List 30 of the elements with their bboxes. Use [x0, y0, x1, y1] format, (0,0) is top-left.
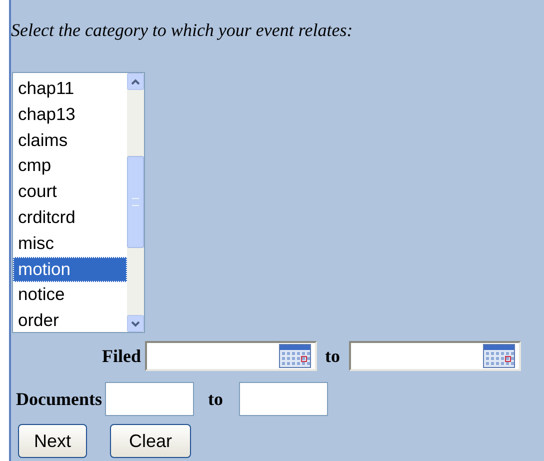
scroll-down-button[interactable]	[127, 315, 144, 332]
category-option[interactable]: order	[13, 308, 127, 332]
to-label: to	[325, 346, 340, 366]
calendar-icon[interactable]	[483, 344, 515, 368]
documents-from-field[interactable]	[105, 382, 194, 416]
category-option[interactable]: chap13	[13, 102, 127, 128]
category-option[interactable]: chap11	[13, 76, 127, 102]
calendar-icon[interactable]	[279, 344, 311, 368]
category-option[interactable]: claims	[13, 128, 127, 154]
chevron-down-icon	[131, 320, 140, 326]
next-button[interactable]: Next	[18, 424, 88, 458]
category-listbox[interactable]: chap11 chap13 claims cmp court crditcrd misc motion notice order	[12, 72, 145, 333]
form-prompt: Select the category to which your event relates:	[11, 20, 354, 42]
scroll-up-button[interactable]	[127, 73, 144, 90]
scrollbar[interactable]	[127, 73, 144, 332]
category-option[interactable]: motion	[13, 256, 127, 282]
category-option[interactable]: court	[13, 179, 127, 205]
category-option[interactable]: cmp	[13, 153, 127, 180]
scroll-thumb[interactable]	[127, 156, 144, 248]
filed-from-field[interactable]	[145, 341, 317, 371]
to-label: to	[208, 388, 223, 410]
chevron-up-icon	[131, 78, 140, 84]
category-option[interactable]: misc	[13, 230, 127, 257]
documents-to-field[interactable]	[239, 382, 328, 416]
category-option[interactable]: crditcrd	[13, 204, 127, 231]
filed-label: Filed	[101, 346, 141, 366]
category-option[interactable]: notice	[13, 282, 127, 308]
filed-to-field[interactable]	[349, 341, 521, 371]
clear-button[interactable]: Clear	[110, 424, 192, 458]
documents-label: Documents	[16, 388, 102, 410]
